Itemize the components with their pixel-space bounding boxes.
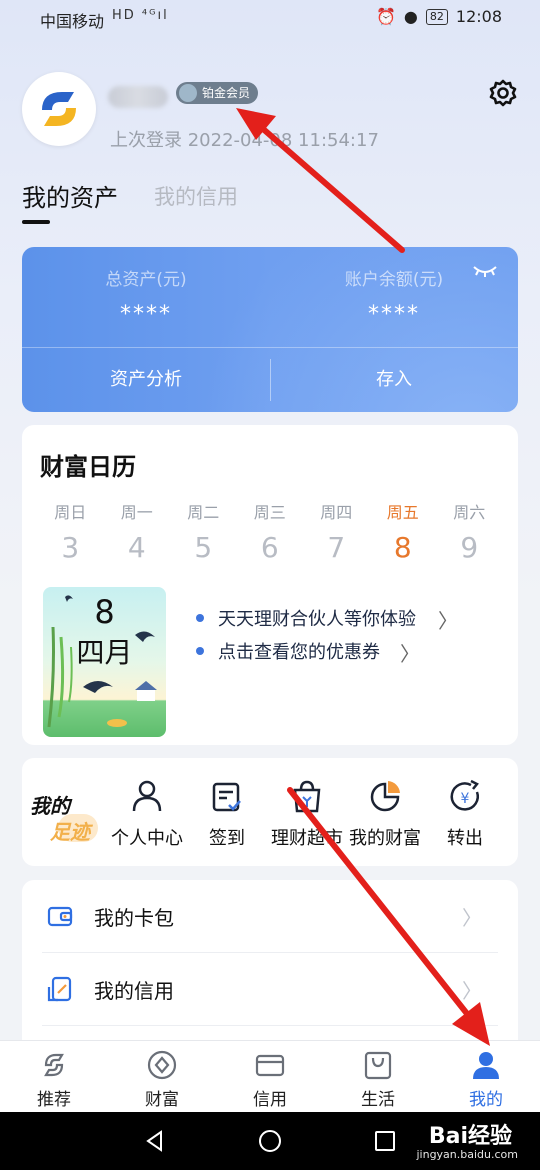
calendar-day[interactable]: 周四 7 bbox=[303, 499, 370, 564]
hide-eye-icon[interactable] bbox=[472, 263, 498, 279]
chevron-right-icon: 〉 bbox=[438, 609, 458, 633]
check-in-button[interactable]: 签到 bbox=[184, 778, 270, 850]
calendar-day[interactable]: 周一 4 bbox=[104, 499, 171, 564]
deposit-button[interactable]: 存入 bbox=[270, 348, 518, 412]
credit-icon bbox=[47, 976, 72, 1002]
divider bbox=[42, 1025, 498, 1026]
alarm-icon: ⏰ bbox=[376, 7, 396, 26]
life-icon bbox=[364, 1051, 392, 1080]
last-login-time: 上次登录 2022-04-08 11:54:17 bbox=[110, 130, 379, 151]
nav-wealth[interactable]: 财富 bbox=[108, 1049, 216, 1110]
recent-apps-icon[interactable] bbox=[373, 1129, 397, 1153]
total-assets: 总资产(元) **** bbox=[22, 265, 270, 327]
footprint-card: 我的 足迹 个人中心 签到 理财超市 我的财富 ¥ 转出 bbox=[22, 758, 518, 866]
status-bar: 中国移动 HD ⁴ᴳıl ⏰ ● 82 12:08 bbox=[0, 0, 540, 36]
calendar-day[interactable]: 周三 6 bbox=[237, 499, 304, 564]
location-icon: ● bbox=[403, 7, 418, 26]
chevron-right-icon: 〉 bbox=[462, 979, 482, 1003]
battery-icon: 82 bbox=[425, 8, 448, 25]
asset-card: 总资产(元) **** 账户余额(元) **** 资产分析 存入 bbox=[22, 247, 518, 412]
shopping-bag-icon bbox=[293, 780, 321, 813]
active-tab-indicator bbox=[22, 220, 50, 224]
bottom-nav: 推荐 财富 信用 生活 我的 bbox=[0, 1040, 540, 1112]
footprint-logo: 我的 足迹 bbox=[28, 784, 108, 844]
transfer-out-icon: ¥ bbox=[450, 779, 479, 811]
checkin-icon bbox=[212, 782, 241, 812]
wealth-icon bbox=[147, 1050, 177, 1080]
asset-analysis-button[interactable]: 资产分析 bbox=[22, 348, 270, 412]
watermark-url: jingyan.baidu.com bbox=[416, 1148, 518, 1161]
wallet-icon bbox=[47, 906, 73, 927]
nav-credit[interactable]: 信用 bbox=[216, 1049, 324, 1110]
bullet-icon bbox=[196, 647, 204, 655]
account-balance-value: **** bbox=[368, 302, 420, 327]
watermark-brand: Bai经验 bbox=[428, 1124, 512, 1149]
bullet-icon bbox=[196, 614, 204, 622]
date-illustration[interactable]: 8 四月 bbox=[43, 587, 166, 737]
week-strip: 周日 3 周一 4 周二 5 周三 6 周四 7 周五 8 周六 9 bbox=[37, 499, 503, 564]
tab-my-assets[interactable]: 我的资产 bbox=[22, 178, 118, 213]
bank-logo-icon bbox=[42, 92, 76, 126]
nav-recommend[interactable]: 推荐 bbox=[0, 1049, 108, 1110]
clock: 12:08 bbox=[455, 7, 502, 26]
chevron-right-icon: 〉 bbox=[400, 642, 420, 666]
signal-icon: HD ⁴ᴳıl bbox=[112, 8, 169, 23]
vip-icon bbox=[179, 84, 197, 102]
svg-text:¥: ¥ bbox=[461, 791, 470, 807]
my-wealth-button[interactable]: 我的财富 bbox=[342, 778, 428, 850]
total-assets-value: **** bbox=[120, 302, 172, 327]
personal-center-button[interactable]: 个人中心 bbox=[104, 778, 190, 850]
gear-icon[interactable] bbox=[487, 77, 519, 109]
home-icon[interactable] bbox=[258, 1129, 282, 1153]
recommend-icon bbox=[44, 1053, 64, 1077]
total-assets-label: 总资产(元) bbox=[105, 270, 187, 290]
avatar[interactable] bbox=[22, 72, 96, 146]
transfer-out-button[interactable]: ¥ 转出 bbox=[422, 778, 508, 850]
wealth-market-button[interactable]: 理财超市 bbox=[264, 778, 350, 850]
tile-day: 8 bbox=[94, 593, 115, 631]
tab-my-credit[interactable]: 我的信用 bbox=[154, 181, 238, 211]
calendar-day-selected[interactable]: 周五 8 bbox=[370, 499, 437, 564]
calendar-day[interactable]: 周日 3 bbox=[37, 499, 104, 564]
chevron-right-icon: 〉 bbox=[462, 906, 482, 930]
menu-item-card-wallet[interactable]: 我的卡包 〉 bbox=[22, 880, 518, 952]
member-badge[interactable]: 铂金会员 bbox=[176, 82, 259, 104]
nav-me[interactable]: 我的 bbox=[432, 1049, 540, 1110]
menu-item-my-credit[interactable]: 我的信用 〉 bbox=[22, 953, 518, 1025]
username bbox=[108, 86, 168, 108]
back-icon[interactable] bbox=[143, 1129, 167, 1153]
wealth-calendar-card: 财富日历 周日 3 周一 4 周二 5 周三 6 周四 7 周五 8 周六 9 8 四月 天天… bbox=[22, 425, 518, 745]
tile-month: 四月 bbox=[76, 636, 133, 669]
calendar-title: 财富日历 bbox=[40, 453, 136, 481]
pie-chart-icon bbox=[370, 781, 400, 812]
person-icon bbox=[132, 780, 162, 812]
calendar-day[interactable]: 周六 9 bbox=[436, 499, 503, 564]
credit-card-icon bbox=[255, 1054, 285, 1077]
calendar-day[interactable]: 周二 5 bbox=[170, 499, 237, 564]
carrier-name: 中国移动 bbox=[40, 12, 105, 31]
nav-life[interactable]: 生活 bbox=[324, 1049, 432, 1110]
me-icon bbox=[473, 1052, 499, 1079]
